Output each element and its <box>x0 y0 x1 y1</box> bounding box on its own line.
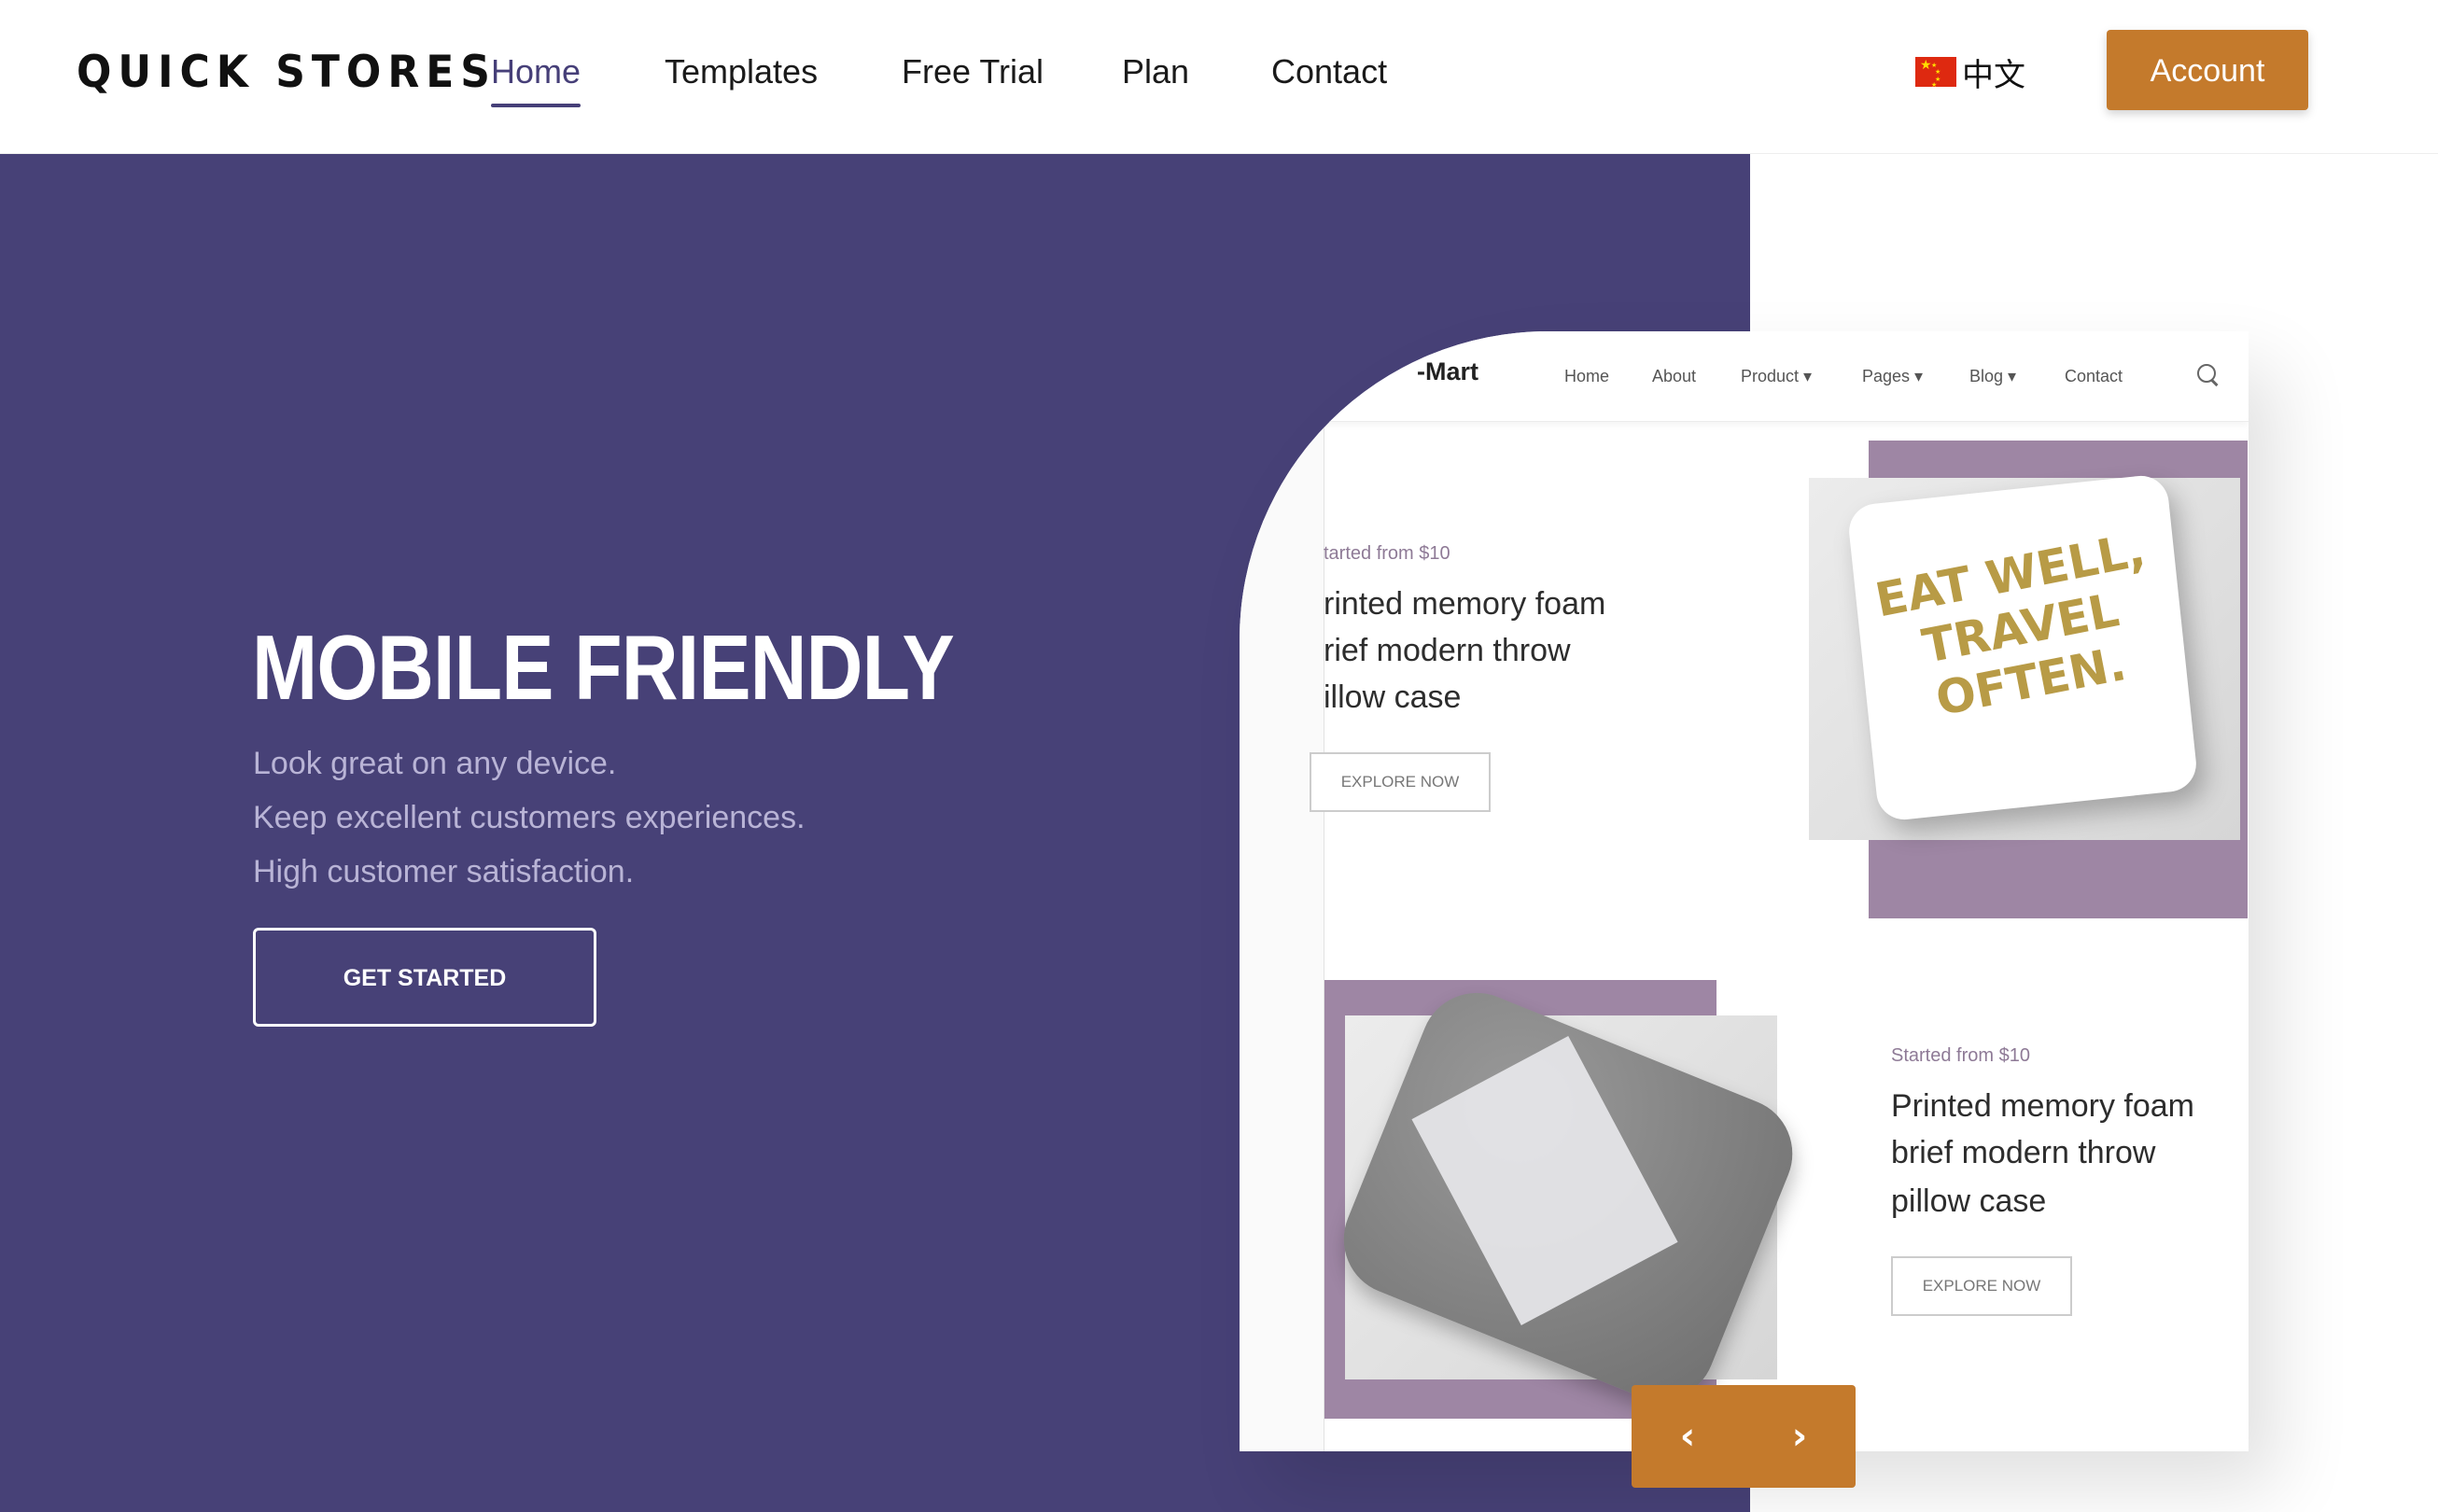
nav-templates[interactable]: Templates <box>665 49 818 95</box>
mockup-nav-about: About <box>1652 367 1697 385</box>
product-1-title-line-3: illow case <box>1324 679 1462 715</box>
get-started-button[interactable]: GET STARTED <box>253 928 596 1027</box>
nav-contact[interactable]: Contact <box>1271 49 1387 95</box>
account-button[interactable]: Account <box>2107 30 2308 110</box>
mockup-side-strip <box>1240 421 1324 1451</box>
nav-free-trial[interactable]: Free Trial <box>902 49 1044 95</box>
slider-controls: ‹ › <box>1632 1385 1856 1488</box>
product-2-title-line-2: brief modern throw <box>1891 1135 2156 1170</box>
product-1-title-line-2: rief modern throw <box>1324 633 1571 668</box>
product-1-explore-button: EXPLORE NOW <box>1310 752 1491 812</box>
product-2-title-line-3: pillow case <box>1891 1183 2047 1219</box>
language-switcher[interactable]: ★ ★ ★ ★ ★ 中文 <box>1915 50 2025 94</box>
mockup-nav: -Mart Home About Product ▾ Pages ▾ Blog … <box>1240 331 2249 422</box>
chevron-right-icon[interactable]: › <box>1776 1413 1823 1460</box>
search-icon <box>2197 364 2216 383</box>
chevron-left-icon[interactable]: ‹ <box>1664 1413 1711 1460</box>
mockup-nav-home: Home <box>1564 367 1610 385</box>
mockup-nav-pages: Pages ▾ <box>1862 367 1924 385</box>
hero-line-2: Keep excellent customers experiences. <box>253 800 806 835</box>
china-flag-icon: ★ ★ ★ ★ ★ <box>1915 57 1956 89</box>
product-2-title-line-1: Printed memory foam <box>1891 1088 2194 1124</box>
hero-line-1: Look great on any device. <box>253 746 617 781</box>
active-nav-indicator <box>491 104 581 107</box>
mockup-logo: -Mart <box>1417 357 1478 385</box>
pillow-image: EAT WELL, TRAVEL OFTEN. <box>1846 472 2199 823</box>
pillow-print: EAT WELL, TRAVEL OFTEN. <box>1871 522 2150 727</box>
product-1-title-line-1: rinted memory foam <box>1324 586 1606 622</box>
product-2-price-tag: Started from $10 <box>1891 1045 2030 1066</box>
nav-plan[interactable]: Plan <box>1122 49 1189 95</box>
brand-logo[interactable]: QUICK STORES <box>77 43 497 104</box>
mockup-nav-product: Product ▾ <box>1741 367 1813 385</box>
top-header: QUICK STORES Home Templates Free Trial P… <box>0 0 2438 154</box>
product-1-price-tag: tarted from $10 <box>1324 543 1450 564</box>
product-2-explore-button: EXPLORE NOW <box>1891 1256 2072 1316</box>
hero-line-3: High customer satisfaction. <box>253 854 635 889</box>
language-label: 中文 <box>1962 56 2025 94</box>
mockup-nav-contact: Contact <box>2065 367 2123 385</box>
hero-headline: MOBILE FRIENDLY <box>252 616 955 719</box>
mockup-nav-blog: Blog ▾ <box>1969 367 2017 385</box>
nav-home[interactable]: Home <box>491 49 581 95</box>
